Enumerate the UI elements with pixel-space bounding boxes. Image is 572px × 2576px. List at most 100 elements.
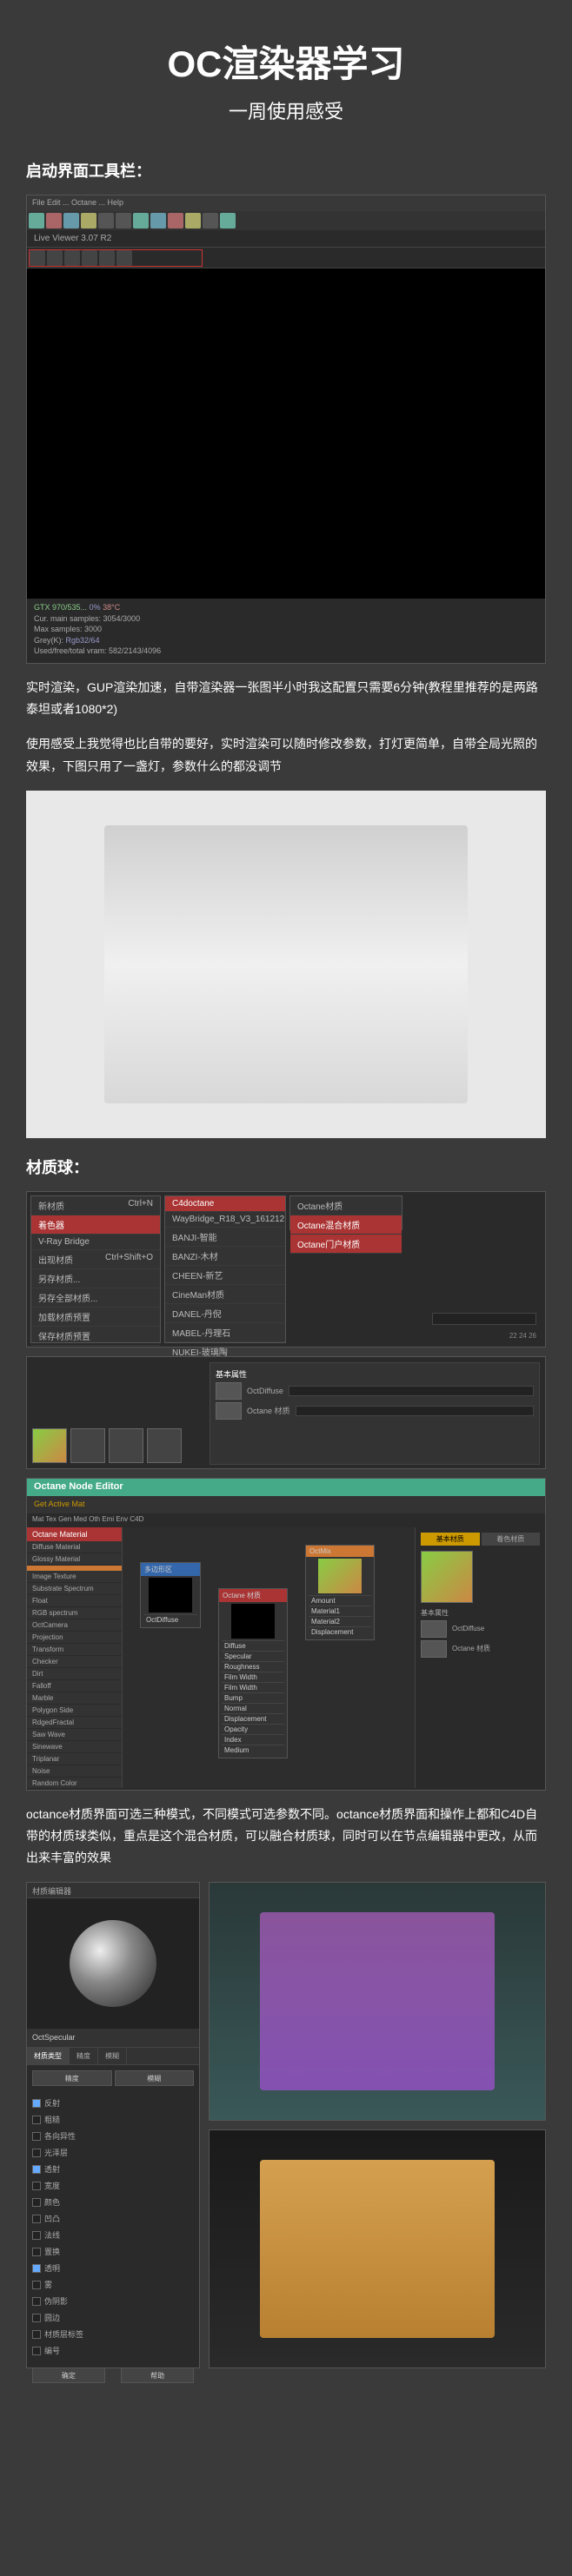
menu-item[interactable]: 新材质Ctrl+N — [31, 1196, 160, 1215]
node-sidebar[interactable]: Octane Material Diffuse Material Glossy … — [27, 1527, 123, 1788]
checkbox[interactable] — [32, 2264, 41, 2273]
sidebar-item[interactable]: Projection — [27, 1632, 122, 1644]
node-port[interactable]: OctDiffuse — [143, 1614, 197, 1625]
material-thumb-mix[interactable] — [32, 1428, 67, 1463]
node-port[interactable]: Amount — [309, 1595, 371, 1606]
sidebar-item[interactable]: Polygon Side — [27, 1705, 122, 1717]
c4d-toolbar[interactable] — [27, 211, 545, 230]
sidebar-item[interactable]: Substrate Spectrum — [27, 1583, 122, 1595]
menu-item-c4doctane[interactable]: C4doctane — [165, 1196, 285, 1212]
node-port[interactable]: Normal — [222, 1703, 284, 1713]
tab[interactable]: 模糊 — [98, 2048, 127, 2064]
channel-label[interactable]: 编号 — [44, 2345, 60, 2356]
menu-item-portal[interactable]: Octane门户材质 — [290, 1235, 402, 1254]
node-port[interactable]: Opacity — [222, 1724, 284, 1734]
checkbox[interactable] — [32, 2116, 41, 2124]
channel-label[interactable]: 伪阴影 — [44, 2295, 68, 2307]
channel-label[interactable]: 颜色 — [44, 2196, 60, 2208]
sidebar-item[interactable]: RdgedFractal — [27, 1717, 122, 1729]
channel-label[interactable]: 凹凸 — [44, 2213, 60, 2224]
swatch[interactable] — [216, 1402, 242, 1420]
checkbox[interactable] — [32, 2314, 41, 2322]
live-viewer-toolbar[interactable] — [27, 248, 545, 268]
channel-label[interactable]: 雾 — [44, 2279, 52, 2290]
checkbox[interactable] — [32, 2281, 41, 2289]
menu-item[interactable]: WayBridge_R18_V3_161212 — [165, 1212, 285, 1228]
checkbox[interactable] — [32, 2099, 41, 2108]
c4d-menubar[interactable]: File Edit ... Octane ... Help — [27, 195, 545, 211]
swatch[interactable] — [216, 1382, 242, 1400]
menu-item[interactable]: CineMan材质 — [165, 1285, 285, 1304]
help-button[interactable]: 帮助 — [121, 2367, 194, 2383]
channel-label[interactable]: 宽度 — [44, 2180, 60, 2191]
sidebar-item[interactable]: Image Texture — [27, 1571, 122, 1583]
sidebar-item[interactable]: Checker — [27, 1656, 122, 1668]
channel-label[interactable]: 法线 — [44, 2229, 60, 2241]
checkbox[interactable] — [32, 2182, 41, 2190]
toolbar-icon[interactable] — [63, 213, 79, 228]
sidebar-item[interactable]: RGB spectrum — [27, 1607, 122, 1619]
toolbar-icon[interactable] — [116, 213, 131, 228]
checkbox[interactable] — [32, 2132, 41, 2141]
sidebar-item[interactable]: Triplanar — [27, 1753, 122, 1765]
sidebar-item[interactable]: Transform — [27, 1644, 122, 1656]
node-port[interactable]: Bump — [222, 1692, 284, 1703]
toolbar-icon[interactable] — [81, 213, 96, 228]
menu-item[interactable]: 保存材质预置 — [31, 1327, 160, 1346]
btn[interactable]: 模糊 — [115, 2070, 195, 2086]
node-port[interactable]: Displacement — [309, 1626, 371, 1637]
swatch[interactable] — [421, 1640, 447, 1658]
checkbox[interactable] — [32, 2330, 41, 2339]
node-octmix[interactable]: OctMix Amount Material1 Material2 Displa… — [305, 1545, 375, 1640]
sidebar-item[interactable]: Falloff — [27, 1680, 122, 1692]
tab[interactable]: 精度 — [70, 2048, 98, 2064]
material-thumb[interactable] — [70, 1428, 105, 1463]
toolbar-icon[interactable] — [29, 213, 44, 228]
node-port[interactable]: Film Width — [222, 1682, 284, 1692]
sidebar-item[interactable]: Sinewave — [27, 1741, 122, 1753]
sidebar-item[interactable]: Glossy Material — [27, 1553, 122, 1566]
toolbar-icon[interactable] — [46, 213, 62, 228]
menu-item[interactable]: MABEL-丹理石 — [165, 1323, 285, 1342]
menu-item[interactable]: 出现材质Ctrl+Shift+O — [31, 1250, 160, 1269]
material-thumbnails[interactable] — [32, 1428, 182, 1463]
swatch[interactable] — [421, 1620, 447, 1638]
node-canvas[interactable]: 多边形区 OctDiffuse Octane 材质 Diffuse Specul… — [123, 1527, 415, 1788]
node-port[interactable]: Index — [222, 1734, 284, 1745]
node-editor-toolbar[interactable]: Get Active Mat — [27, 1496, 545, 1513]
channel-label[interactable]: 反射 — [44, 2097, 60, 2109]
menu-item[interactable]: 加载材质预置 — [31, 1308, 160, 1327]
node-port[interactable]: Roughness — [222, 1661, 284, 1672]
menu-item[interactable]: BANJI-智能 — [165, 1228, 285, 1247]
ok-button[interactable]: 确定 — [32, 2367, 105, 2383]
menu-item[interactable]: DANEL-丹倪 — [165, 1304, 285, 1323]
menu-item-mix[interactable]: Octane混合材质 — [290, 1215, 402, 1235]
channel-label[interactable]: 粗糙 — [44, 2114, 60, 2125]
tab[interactable]: 材质类型 — [27, 2048, 70, 2064]
channel-label[interactable]: 各向异性 — [44, 2130, 76, 2142]
checkbox[interactable] — [32, 2347, 41, 2355]
sidebar-item[interactable]: Random Color — [27, 1778, 122, 1788]
menu-item[interactable]: 另存材质... — [31, 1269, 160, 1288]
channel-label[interactable]: 透明 — [44, 2262, 60, 2274]
sidebar-item[interactable]: OctCamera — [27, 1619, 122, 1632]
toolbar-icon[interactable] — [133, 213, 149, 228]
menu-item-shader[interactable]: 着色器 — [31, 1215, 160, 1235]
channel-label[interactable]: 光泽层 — [44, 2147, 68, 2158]
sidebar-item[interactable]: Saw Wave — [27, 1729, 122, 1741]
channel-label[interactable]: 材质层标签 — [44, 2328, 83, 2340]
node-port[interactable]: Diffuse — [222, 1640, 284, 1651]
node-port[interactable]: Displacement — [222, 1713, 284, 1724]
channel-label[interactable]: 圆边 — [44, 2312, 60, 2323]
checkbox[interactable] — [32, 2248, 41, 2256]
node-octane-material[interactable]: Octane 材质 Diffuse Specular Roughness Fil… — [218, 1588, 288, 1758]
btn[interactable]: 精度 — [32, 2070, 112, 2086]
checkbox[interactable] — [32, 2231, 41, 2240]
sidebar-item[interactable]: Diffuse Material — [27, 1541, 122, 1553]
tab[interactable]: 基本材质 — [421, 1533, 480, 1546]
menu-column-c[interactable]: Octane材质 Octane混合材质 Octane门户材质 — [289, 1195, 402, 1230]
node-port[interactable]: Medium — [222, 1745, 284, 1755]
channel-label[interactable]: 置换 — [44, 2246, 60, 2257]
node-polygon[interactable]: 多边形区 OctDiffuse — [140, 1562, 201, 1628]
toolbar-icon[interactable] — [98, 213, 114, 228]
